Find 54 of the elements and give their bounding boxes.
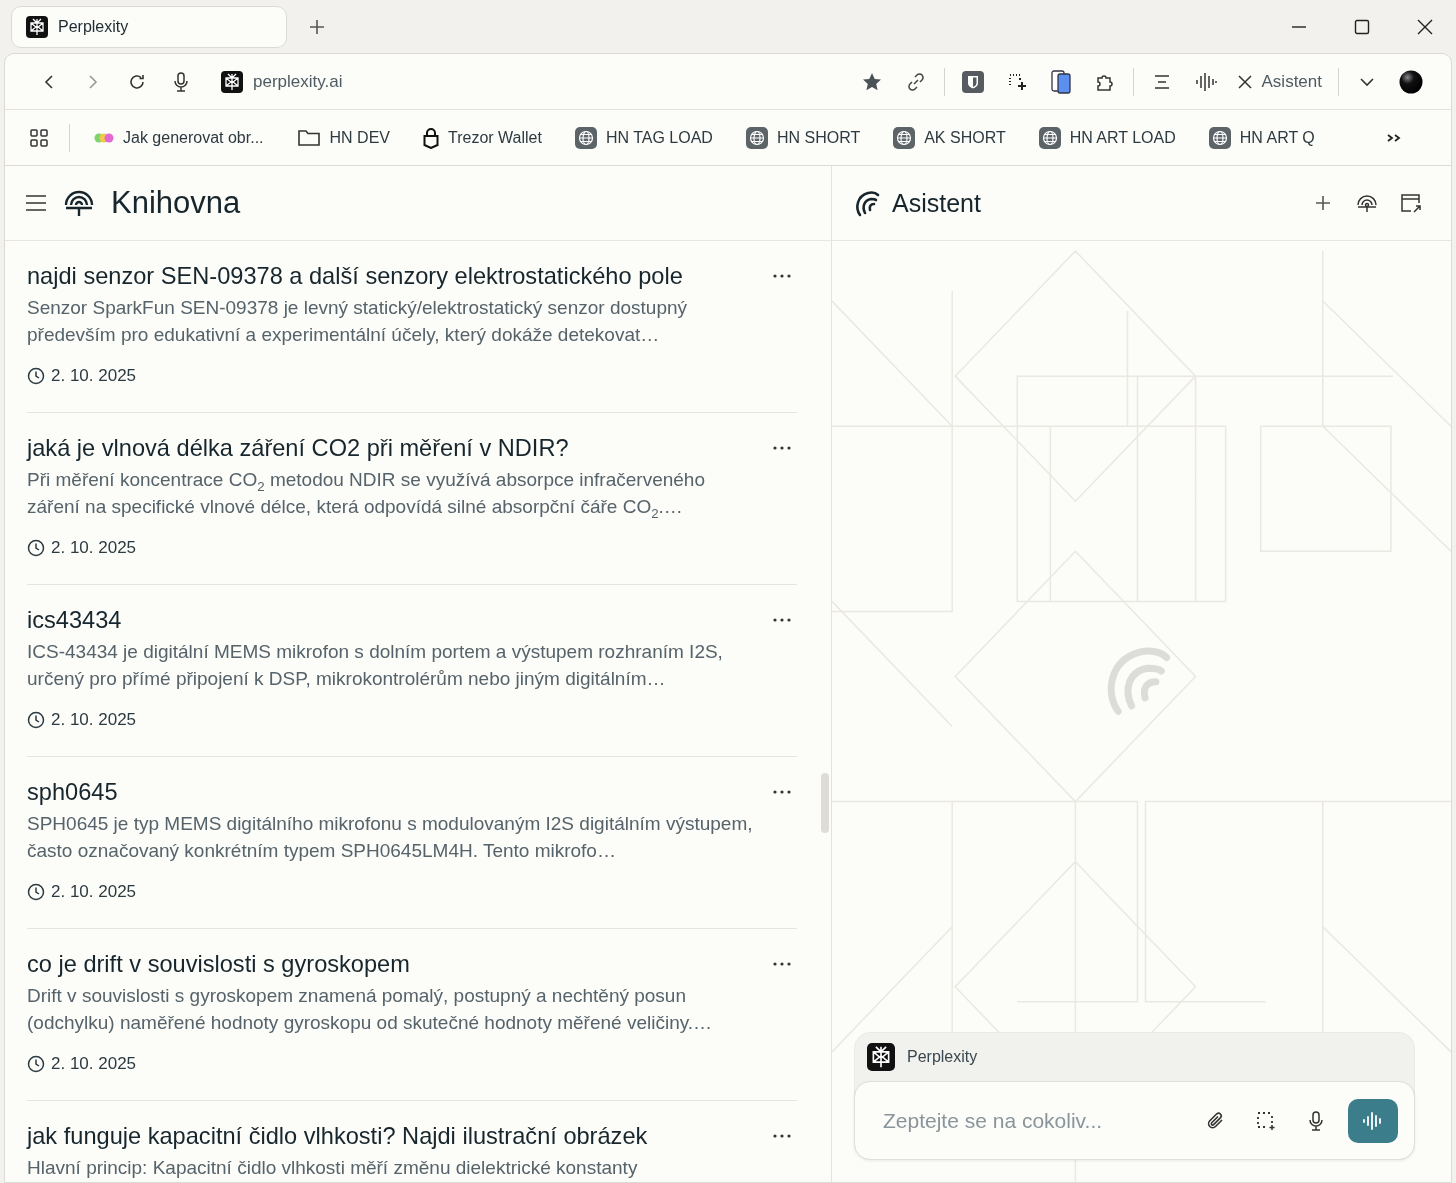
thread-date: 2. 10. 2025 — [51, 709, 137, 731]
clock-icon — [27, 539, 45, 557]
thread-date: 2. 10. 2025 — [51, 537, 137, 559]
thread-title[interactable]: jaká je vlnová délka záření CO2 při měření v NDIR? — [27, 433, 757, 463]
assistant-button[interactable]: Asistent — [1227, 61, 1332, 102]
thread-date: 2. 10. 2025 — [51, 881, 137, 903]
logo-icon — [221, 70, 243, 93]
globe-icon — [1038, 126, 1061, 149]
bookmark[interactable]: Trezor Wallet — [413, 119, 552, 156]
browser-tab[interactable]: Perplexity — [11, 5, 287, 48]
thread-snippet: Senzor SparkFun SEN-09378 je levný statický/elektrostatický senzor dostupný především pro edukativní a experimentální účely, který dokáže detekovat… — [27, 296, 689, 347]
bookmark[interactable]: HN TAG LOAD — [564, 119, 723, 156]
color-dots-icon — [94, 132, 114, 143]
assistant-logo-icon — [854, 189, 880, 217]
thread-title[interactable]: najdi senzor SEN-09378 a další senzory elektrostatického pole — [27, 261, 757, 291]
thread-snippet: SPH0645 je typ MEMS digitálního mikrofonu s modulovaným I2S digitálním výstupem, často označovaný konkrétním typem SPH0645LM4H. Tento mikrofo… — [27, 812, 754, 863]
clock-icon — [27, 1055, 45, 1073]
address-field[interactable]: perplexity.ai — [253, 71, 343, 92]
bookmark[interactable]: Jak generovat obr... — [84, 119, 274, 156]
page-title: Knihovna — [111, 185, 241, 221]
scrollbar-thumb[interactable] — [821, 773, 829, 833]
logo-icon — [26, 15, 48, 38]
thread-snippet: Hlavní princip: Kapacitní čidlo vlhkosti měří změnu dielektrické konstanty — [27, 1156, 639, 1180]
bookmark[interactable]: HN ART Q — [1198, 119, 1325, 156]
bookmark[interactable]: HN ART LOAD — [1028, 119, 1186, 156]
thread-date: 2. 10. 2025 — [51, 1053, 137, 1075]
input-field[interactable]: Zeptejte se na cokoliv... — [881, 1107, 1184, 1134]
logo-icon — [867, 1043, 895, 1071]
thread-title[interactable]: sph0645 — [27, 777, 757, 807]
globe-icon — [745, 126, 768, 149]
thread-date: 2. 10. 2025 — [51, 365, 137, 387]
clock-icon — [27, 367, 45, 385]
bookmark[interactable]: HN DEV — [286, 119, 400, 156]
globe-icon — [574, 126, 597, 149]
clock-icon — [27, 883, 45, 901]
source-label: Perplexity — [907, 1048, 978, 1066]
globe-icon — [893, 126, 916, 149]
waveform-icon — [1362, 1110, 1384, 1131]
menu-icon[interactable] — [25, 194, 47, 212]
globe-icon — [1208, 126, 1231, 149]
clock-icon — [27, 711, 45, 729]
thread-title[interactable]: ics43434 — [27, 605, 757, 635]
bookmark[interactable]: AK SHORT — [883, 119, 1016, 156]
folder-icon — [296, 127, 321, 148]
voice-mode-button[interactable] — [1348, 1098, 1398, 1143]
lock-icon — [423, 126, 439, 149]
thread-snippet: Drift v souvislosti s gyroskopem znamená pomalý, postupný a nechtěný posun (odchylku) naměřené hodnoty gyroskopu od skutečné hodnoty měřené veličiny.… — [27, 984, 714, 1035]
thread-title[interactable]: co je drift v souvislosti s gyroskopem — [27, 949, 757, 979]
thread-snippet: ICS-43434 je digitální MEMS mikrofon s dolním portem a výstupem rozhraním I2S, určený pro přímé připojení k DSP, mikrokontrolérům nebo jiným digitálním… — [27, 640, 724, 691]
close-icon — [1237, 74, 1252, 89]
thread-title[interactable]: jak funguje kapacitní čidlo vlhkosti? Najdi ilustrační obrázek — [27, 1121, 757, 1151]
thread-snippet: Při měření koncentrace CO$_{2}$ metodou NDIR se využívá absorpce infračerveného záření na specifické vlnové délce, která odpovídá silné absorpční čáře CO$_{2}$.… — [27, 468, 706, 520]
panel-title: Asistent — [892, 188, 981, 218]
bookmark[interactable]: HN SHORT — [735, 119, 871, 156]
